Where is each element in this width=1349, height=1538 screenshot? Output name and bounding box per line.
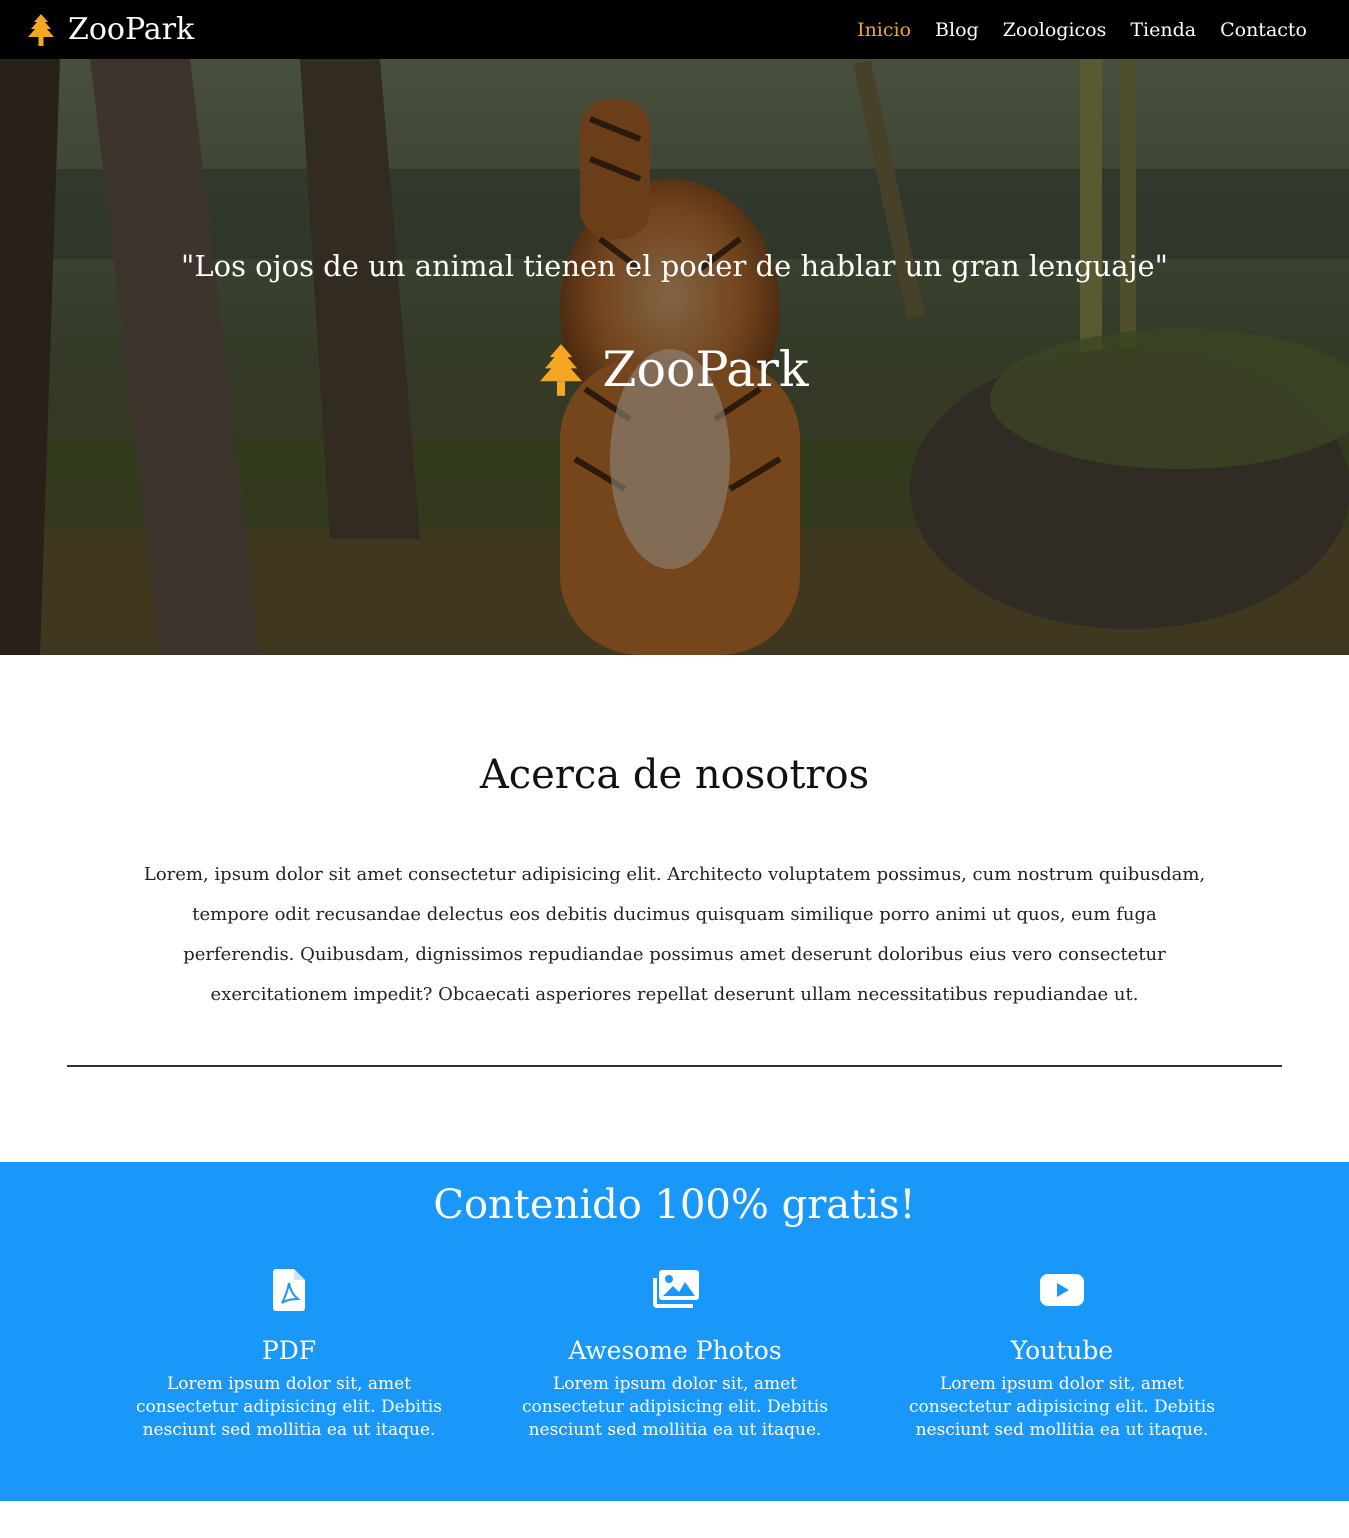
nav-link-inicio[interactable]: Inicio [857,19,911,41]
feature-photos: Awesome Photos Lorem ipsum dolor sit, am… [510,1266,840,1442]
hero-banner: "Los ojos de un animal tienen el poder d… [0,59,1349,655]
nav-link-zoologicos[interactable]: Zoologicos [1003,19,1107,41]
main-nav: Inicio Blog Zoologicos Tienda Contacto [857,19,1307,41]
feature-youtube: Youtube Lorem ipsum dolor sit, amet cons… [897,1266,1227,1442]
brand-link[interactable]: ZooPark [28,12,194,47]
tree-icon [540,343,583,396]
feature-pdf-text: Lorem ipsum dolor sit, amet consectetur … [136,1374,442,1440]
brand-name: ZooPark [68,12,195,47]
pdf-file-icon [273,1269,305,1311]
feature-youtube-text: Lorem ipsum dolor sit, amet consectetur … [909,1374,1215,1440]
free-content-section: Contenido 100% gratis! PDF Lorem ipsum d… [0,1162,1349,1501]
images-icon [653,1270,699,1308]
nav-link-contacto[interactable]: Contacto [1220,19,1307,41]
youtube-icon [1040,1274,1084,1306]
free-content-title: Contenido 100% gratis! [433,1182,916,1228]
hero-quote: "Los ojos de un animal tienen el poder d… [181,249,1168,283]
about-title: Acerca de nosotros [479,752,870,798]
section-divider [67,1065,1282,1067]
feature-photos-text: Lorem ipsum dolor sit, amet consectetur … [522,1374,828,1440]
navbar: ZooPark Inicio Blog Zoologicos Tienda Co… [0,0,1349,59]
feature-pdf-title: PDF [261,1336,317,1365]
feature-pdf: PDF Lorem ipsum dolor sit, amet consecte… [124,1266,454,1442]
nav-link-tienda[interactable]: Tienda [1130,19,1196,41]
hero-brand-name: ZooPark [602,341,809,398]
hero-brand: ZooPark [0,341,1349,398]
tree-icon [28,13,54,46]
feature-youtube-title: Youtube [1010,1336,1114,1365]
nav-link-blog[interactable]: Blog [935,19,979,41]
about-text: Lorem, ipsum dolor sit amet consectetur … [143,864,1206,1005]
feature-photos-title: Awesome Photos [568,1336,782,1365]
